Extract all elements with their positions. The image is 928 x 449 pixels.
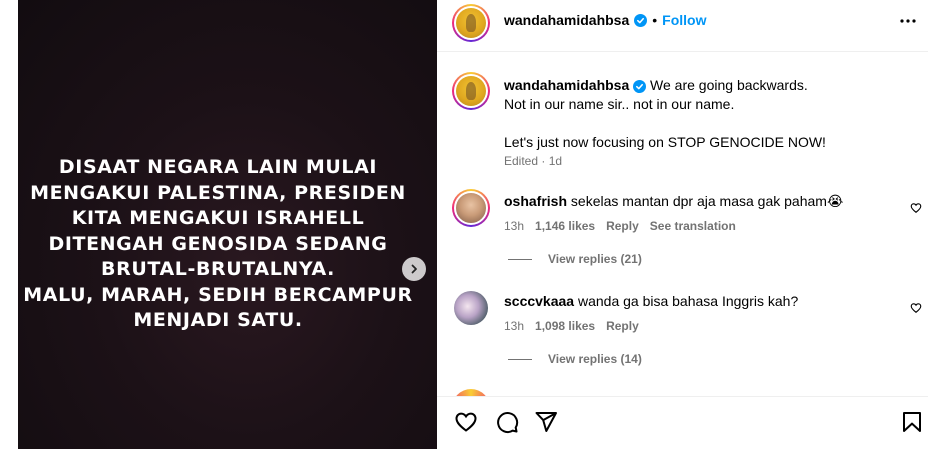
header-user: wandahamidahbsa • Follow [504,12,707,28]
comment-body: sekelas mantan dpr aja masa gak paham😭 [570,193,844,209]
action-bar [437,396,928,449]
caption-line: Let's just now focusing on STOP GENOCIDE… [504,134,826,150]
more-horizontal-icon[interactable] [899,18,917,24]
post-text-line: MALU, MARAH, SEDIH BERCAMPUR [23,283,413,306]
caption-avatar[interactable] [452,72,490,110]
comment-username[interactable]: oshafrish [504,193,567,209]
comment-item: oshafrish sekelas mantan dpr aja masa ga… [452,189,922,289]
comment-text: oshafrish sekelas mantan dpr aja masa ga… [504,192,843,211]
post-text-line: KITA MENGAKUI ISRAHELL [71,207,365,229]
view-replies-label[interactable]: View replies (14) [548,352,642,366]
comment-likes[interactable]: 1,098 likes [535,319,595,333]
view-replies-line [508,358,532,360]
caption-meta: Edited · 1d [504,154,562,168]
comment-item: scccvkaaa wanda ga bisa bahasa Inggris k… [452,289,922,389]
comment-icon[interactable] [495,410,519,434]
bookmark-icon[interactable] [900,410,924,434]
comment-like-icon[interactable] [910,202,922,214]
comment-meta: 13h 1,146 likes Reply See translation [504,219,736,233]
verified-badge-icon [634,13,648,27]
caption-username[interactable]: wandahamidahbsa [504,77,629,93]
post-text-line: BRUTAL-BRUTALNYA. [101,258,335,280]
post-text-line: MENJADI SATU. [133,309,303,331]
comment-username[interactable]: scccvkaaa [504,293,574,309]
share-icon[interactable] [534,410,558,434]
post-text-line: DISAAT NEGARA LAIN MULAI [58,156,378,178]
next-commenter-avatar[interactable] [452,389,490,396]
reply-button[interactable]: Reply [606,219,639,233]
meta-dot: · [541,154,546,168]
caption-line: Not in our name sir.. not in our name. [504,96,735,112]
view-replies-button[interactable]: View replies (21) [508,252,642,266]
post-media: DISAAT NEGARA LAIN MULAI MENGAKUI PALEST… [0,0,437,449]
edited-label: Edited [504,154,539,168]
next-slide-button[interactable] [402,257,426,281]
comment-body: wanda ga bisa bahasa Inggris kah? [577,293,799,309]
commenter-avatar[interactable] [452,189,490,227]
media-gutter [0,0,18,449]
comment-meta: 13h 1,098 likes Reply [504,319,639,333]
post-header: wandahamidahbsa • Follow [437,0,928,52]
caption-text: wandahamidahbsa We are going backwards. … [504,76,904,152]
follow-button[interactable]: Follow [662,12,706,28]
see-translation-button[interactable]: See translation [650,219,736,233]
post-text-line: DITENGAH GENOSIDA SEDANG [48,232,388,255]
comment-time[interactable]: 13h [504,319,524,333]
view-replies-label[interactable]: View replies (21) [548,252,642,266]
author-avatar[interactable] [452,4,490,42]
author-username[interactable]: wandahamidahbsa [504,12,629,28]
comments-scroll[interactable]: wandahamidahbsa We are going backwards. … [437,53,928,396]
post-text-line: MENGAKUI PALESTINA, PRESIDEN [30,181,406,204]
post-image-text: DISAAT NEGARA LAIN MULAI MENGAKUI PALEST… [18,155,418,334]
comment-time[interactable]: 13h [504,219,524,233]
separator-dot: • [652,12,658,28]
view-replies-line [508,258,532,260]
comment-text: scccvkaaa wanda ga bisa bahasa Inggris k… [504,292,798,311]
view-replies-button[interactable]: View replies (14) [508,352,642,366]
chevron-right-icon [411,264,417,274]
comment-likes[interactable]: 1,146 likes [535,219,595,233]
comment-like-icon[interactable] [910,302,922,314]
commenter-avatar[interactable] [454,291,488,325]
caption-line: We are going backwards. [650,77,808,93]
caption-line [504,114,904,133]
verified-badge-icon [633,80,647,93]
heart-icon[interactable] [454,410,478,434]
post-side-panel: wandahamidahbsa • Follow wandahamidahbsa [437,0,928,449]
reply-button[interactable]: Reply [606,319,639,333]
caption-time[interactable]: 1d [549,154,562,168]
